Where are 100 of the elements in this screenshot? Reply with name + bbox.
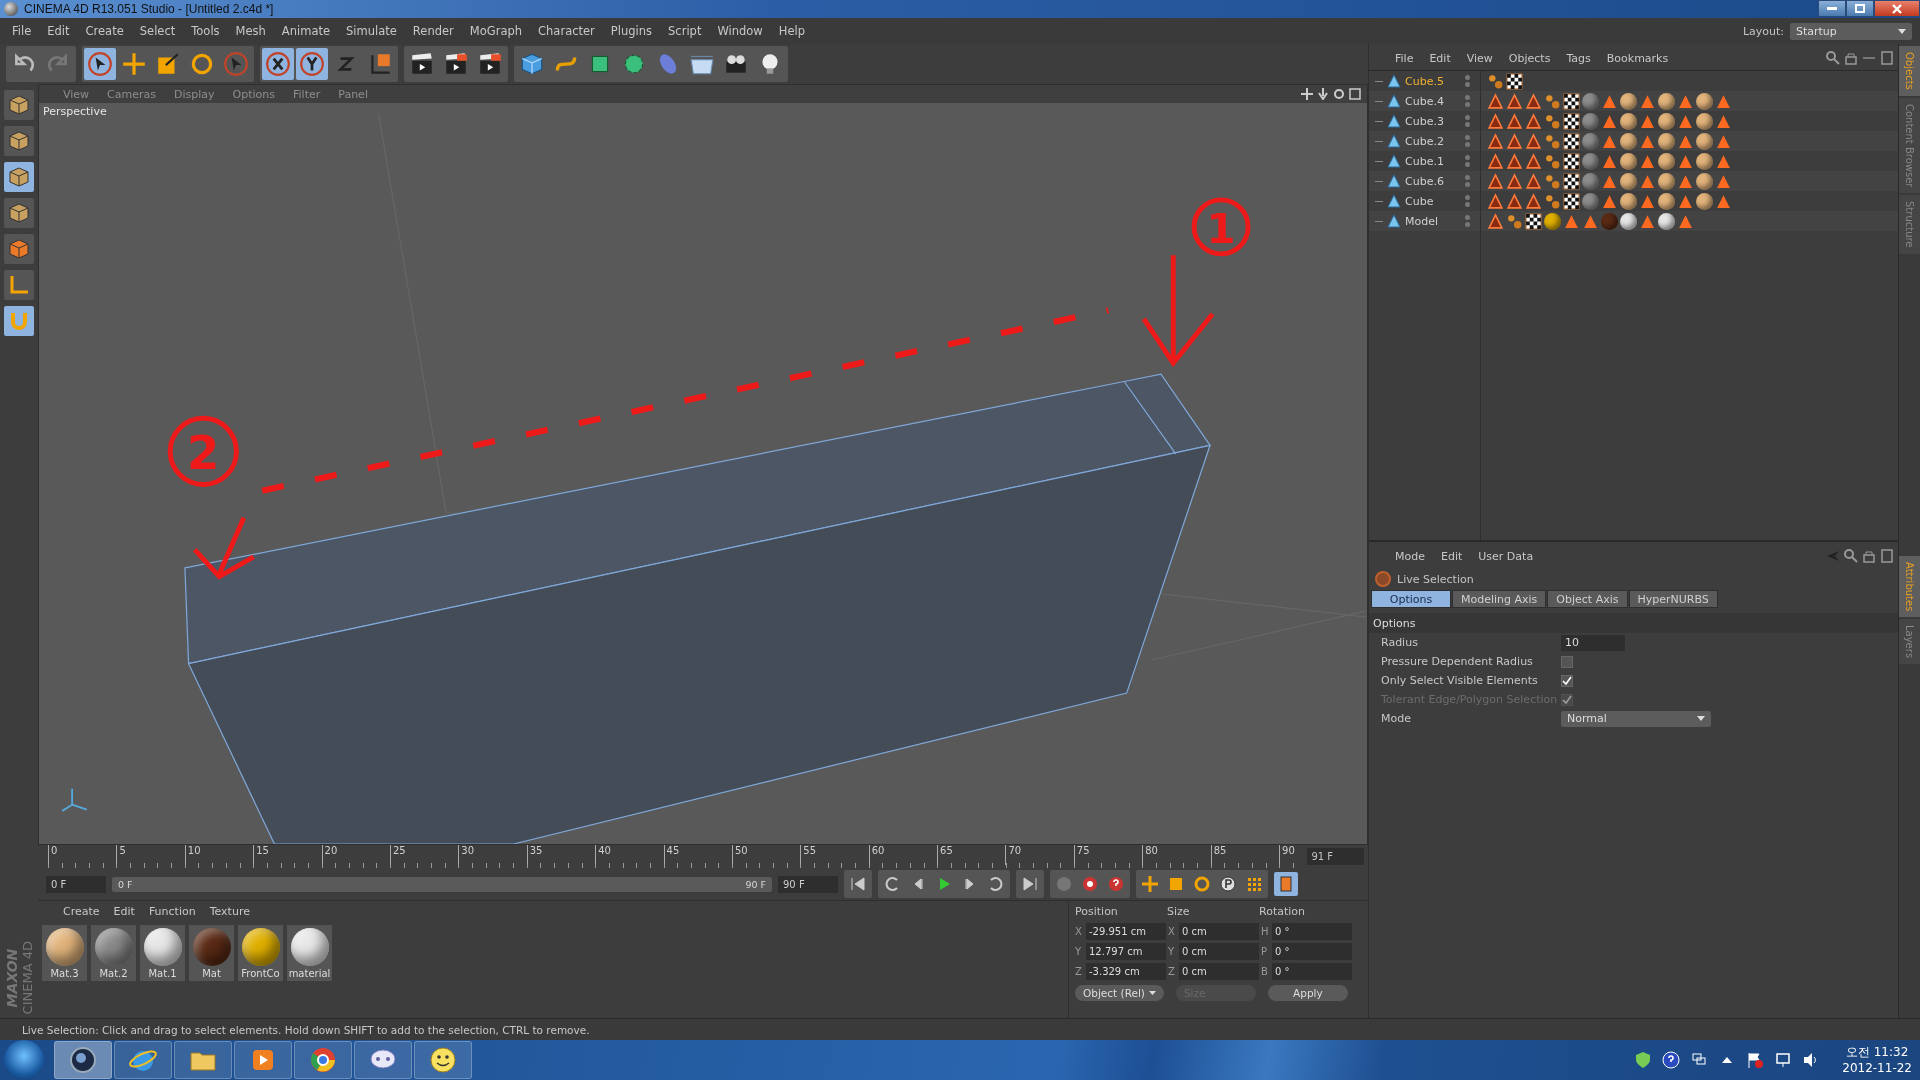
triangle-icon[interactable]: [1677, 112, 1694, 130]
tab[interactable]: HyperNURBS: [1628, 590, 1718, 608]
window-icon[interactable]: [1880, 549, 1894, 563]
menu-item[interactable]: Edit: [1433, 549, 1471, 563]
menu-item[interactable]: Mode: [1387, 549, 1433, 563]
triangle-outline-icon[interactable]: [1525, 112, 1542, 130]
menu-item[interactable]: Select: [131, 24, 184, 38]
material-sphere-icon[interactable]: [1696, 192, 1713, 210]
start-frame-field[interactable]: 0 F: [46, 875, 106, 893]
triangle-outline-icon[interactable]: [1487, 172, 1504, 190]
triangle-icon[interactable]: [1639, 112, 1656, 130]
apply-button[interactable]: Apply: [1267, 985, 1348, 1001]
rotation-field[interactable]: 0 °: [1272, 922, 1352, 940]
object-name[interactable]: Cube.5: [1405, 74, 1457, 88]
triangle-icon[interactable]: [1601, 192, 1618, 210]
triangle-outline-icon[interactable]: [1487, 112, 1504, 130]
material-sphere-icon[interactable]: [1658, 172, 1675, 190]
menu-item[interactable]: Function: [141, 904, 203, 918]
object-name[interactable]: Cube.3: [1405, 114, 1457, 128]
material-sphere-icon[interactable]: [1620, 152, 1637, 170]
material-sphere-icon[interactable]: [1658, 112, 1675, 130]
triangle-outline-icon[interactable]: [1506, 192, 1523, 210]
maximize-icon[interactable]: [1349, 88, 1361, 100]
material-sphere-icon[interactable]: [1620, 172, 1637, 190]
checker-icon[interactable]: [1563, 152, 1580, 170]
size-field[interactable]: 0 cm: [1179, 942, 1259, 960]
triangle-outline-icon[interactable]: [1506, 112, 1523, 130]
menu-item[interactable]: Create: [77, 24, 132, 38]
network-icon[interactable]: [1774, 1051, 1793, 1069]
material-swatch[interactable]: Mat: [189, 925, 234, 981]
menu-item[interactable]: Script: [660, 24, 710, 38]
visibility-dots-icon[interactable]: [1465, 195, 1470, 207]
dots-icon[interactable]: [1544, 92, 1561, 110]
triangle-icon[interactable]: [1601, 152, 1618, 170]
triangle-icon[interactable]: [1639, 192, 1656, 210]
triangle-icon[interactable]: [1639, 92, 1656, 110]
mode-button[interactable]: [4, 90, 34, 120]
menu-item[interactable]: Character: [530, 24, 603, 38]
material-sphere-icon[interactable]: [1620, 92, 1637, 110]
triangle-outline-icon[interactable]: [1487, 132, 1504, 150]
checker-icon[interactable]: [1506, 72, 1523, 90]
material-sphere-icon[interactable]: [1696, 112, 1713, 130]
end-frame-field[interactable]: 90 F: [778, 875, 838, 893]
lock-icon[interactable]: [1844, 51, 1858, 65]
material-swatch[interactable]: Mat.2: [91, 925, 136, 981]
triangle-outline-icon[interactable]: [1506, 132, 1523, 150]
mode-button[interactable]: [4, 198, 34, 228]
checker-icon[interactable]: [1563, 92, 1580, 110]
timeline-button[interactable]: [1274, 872, 1298, 896]
triangle-icon[interactable]: [1715, 192, 1732, 210]
material-sphere-icon[interactable]: [1696, 172, 1713, 190]
triangle-icon[interactable]: [1715, 152, 1732, 170]
menu-item[interactable]: Create: [56, 904, 107, 918]
material-sphere-icon[interactable]: [1658, 132, 1675, 150]
triangle-outline-icon[interactable]: [1525, 152, 1542, 170]
object-name[interactable]: Cube: [1405, 194, 1457, 208]
search-icon[interactable]: [1844, 549, 1858, 563]
triangle-outline-icon[interactable]: [1487, 192, 1504, 210]
material-sphere-icon[interactable]: [1544, 212, 1561, 230]
triangle-outline-icon[interactable]: [1506, 92, 1523, 110]
menu-item[interactable]: Texture: [202, 904, 257, 918]
menu-item[interactable]: Plugins: [602, 24, 661, 38]
material-sphere-icon[interactable]: [1696, 132, 1713, 150]
mode-button[interactable]: [4, 270, 34, 300]
menu-item[interactable]: Edit: [106, 904, 142, 918]
material-swatch[interactable]: material: [287, 925, 332, 981]
triangle-icon[interactable]: [1677, 212, 1694, 230]
triangle-icon[interactable]: [1639, 172, 1656, 190]
tab[interactable]: Object Axis: [1547, 590, 1628, 608]
triangle-icon[interactable]: [1582, 212, 1599, 230]
tool-button[interactable]: [296, 48, 328, 80]
taskbar-button[interactable]: [114, 1041, 172, 1079]
triangle-outline-icon[interactable]: [1525, 172, 1542, 190]
dots-icon[interactable]: [1506, 212, 1523, 230]
taskbar-button[interactable]: [414, 1041, 472, 1079]
frame-field[interactable]: 91 F: [1307, 848, 1364, 865]
dots-icon[interactable]: [1544, 132, 1561, 150]
range-slider[interactable]: 0 F 90 F: [112, 876, 772, 892]
triangle-outline-icon[interactable]: [1506, 172, 1523, 190]
checker-icon[interactable]: [1563, 132, 1580, 150]
position-field[interactable]: -29.951 cm: [1086, 922, 1166, 940]
triangle-icon[interactable]: [1601, 112, 1618, 130]
material-swatch[interactable]: Mat.3: [42, 925, 87, 981]
triangle-icon[interactable]: [1639, 132, 1656, 150]
size-field[interactable]: 0 cm: [1179, 922, 1259, 940]
rotation-field[interactable]: 0 °: [1272, 962, 1352, 980]
help-icon[interactable]: [1662, 1051, 1681, 1069]
menu-item[interactable]: Tools: [183, 24, 228, 38]
tool-button[interactable]: [262, 48, 294, 80]
material-swatch[interactable]: Mat.1: [140, 925, 185, 981]
dots-icon[interactable]: [1487, 72, 1504, 90]
triangle-outline-icon[interactable]: [1525, 132, 1542, 150]
visibility-dots-icon[interactable]: [1465, 215, 1470, 227]
taskbar-button[interactable]: [174, 1041, 232, 1079]
triangle-outline-icon[interactable]: [1506, 152, 1523, 170]
triangle-icon[interactable]: [1715, 132, 1732, 150]
number-field[interactable]: 10: [1561, 634, 1625, 651]
taskbar-button[interactable]: [354, 1041, 412, 1079]
taskbar-button[interactable]: [294, 1041, 352, 1079]
checker-icon[interactable]: [1525, 212, 1542, 230]
